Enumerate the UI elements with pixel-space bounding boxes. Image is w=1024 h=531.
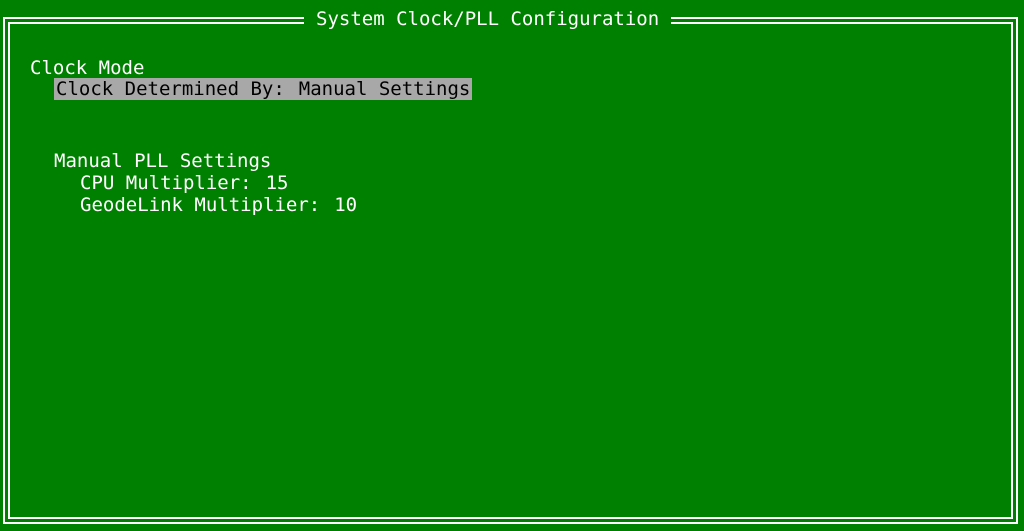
clock-determined-by-label: Clock Determined By: — [56, 78, 285, 100]
clock-determined-by-value: Manual Settings — [298, 78, 471, 100]
manual-pll-heading: Manual PLL Settings — [54, 150, 272, 172]
clock-determined-by-selection[interactable]: Clock Determined By: Manual Settings — [54, 78, 473, 100]
geodelink-multiplier-option[interactable]: GeodeLink Multiplier: 10 — [80, 194, 357, 216]
geodelink-multiplier-value: 10 — [334, 194, 358, 216]
geodelink-multiplier-label: GeodeLink Multiplier: — [80, 194, 321, 216]
cpu-multiplier-option[interactable]: CPU Multiplier: 15 — [80, 172, 288, 194]
cpu-multiplier-value: 15 — [265, 172, 289, 194]
clock-determined-by-option[interactable]: Clock Determined By: Manual Settings — [54, 78, 473, 100]
clock-mode-heading: Clock Mode — [30, 57, 145, 79]
bios-setup-screen: System Clock/PLL Configuration Clock Mod… — [0, 0, 1024, 531]
window-title: System Clock/PLL Configuration — [304, 6, 672, 32]
cpu-multiplier-label: CPU Multiplier: — [80, 172, 252, 194]
